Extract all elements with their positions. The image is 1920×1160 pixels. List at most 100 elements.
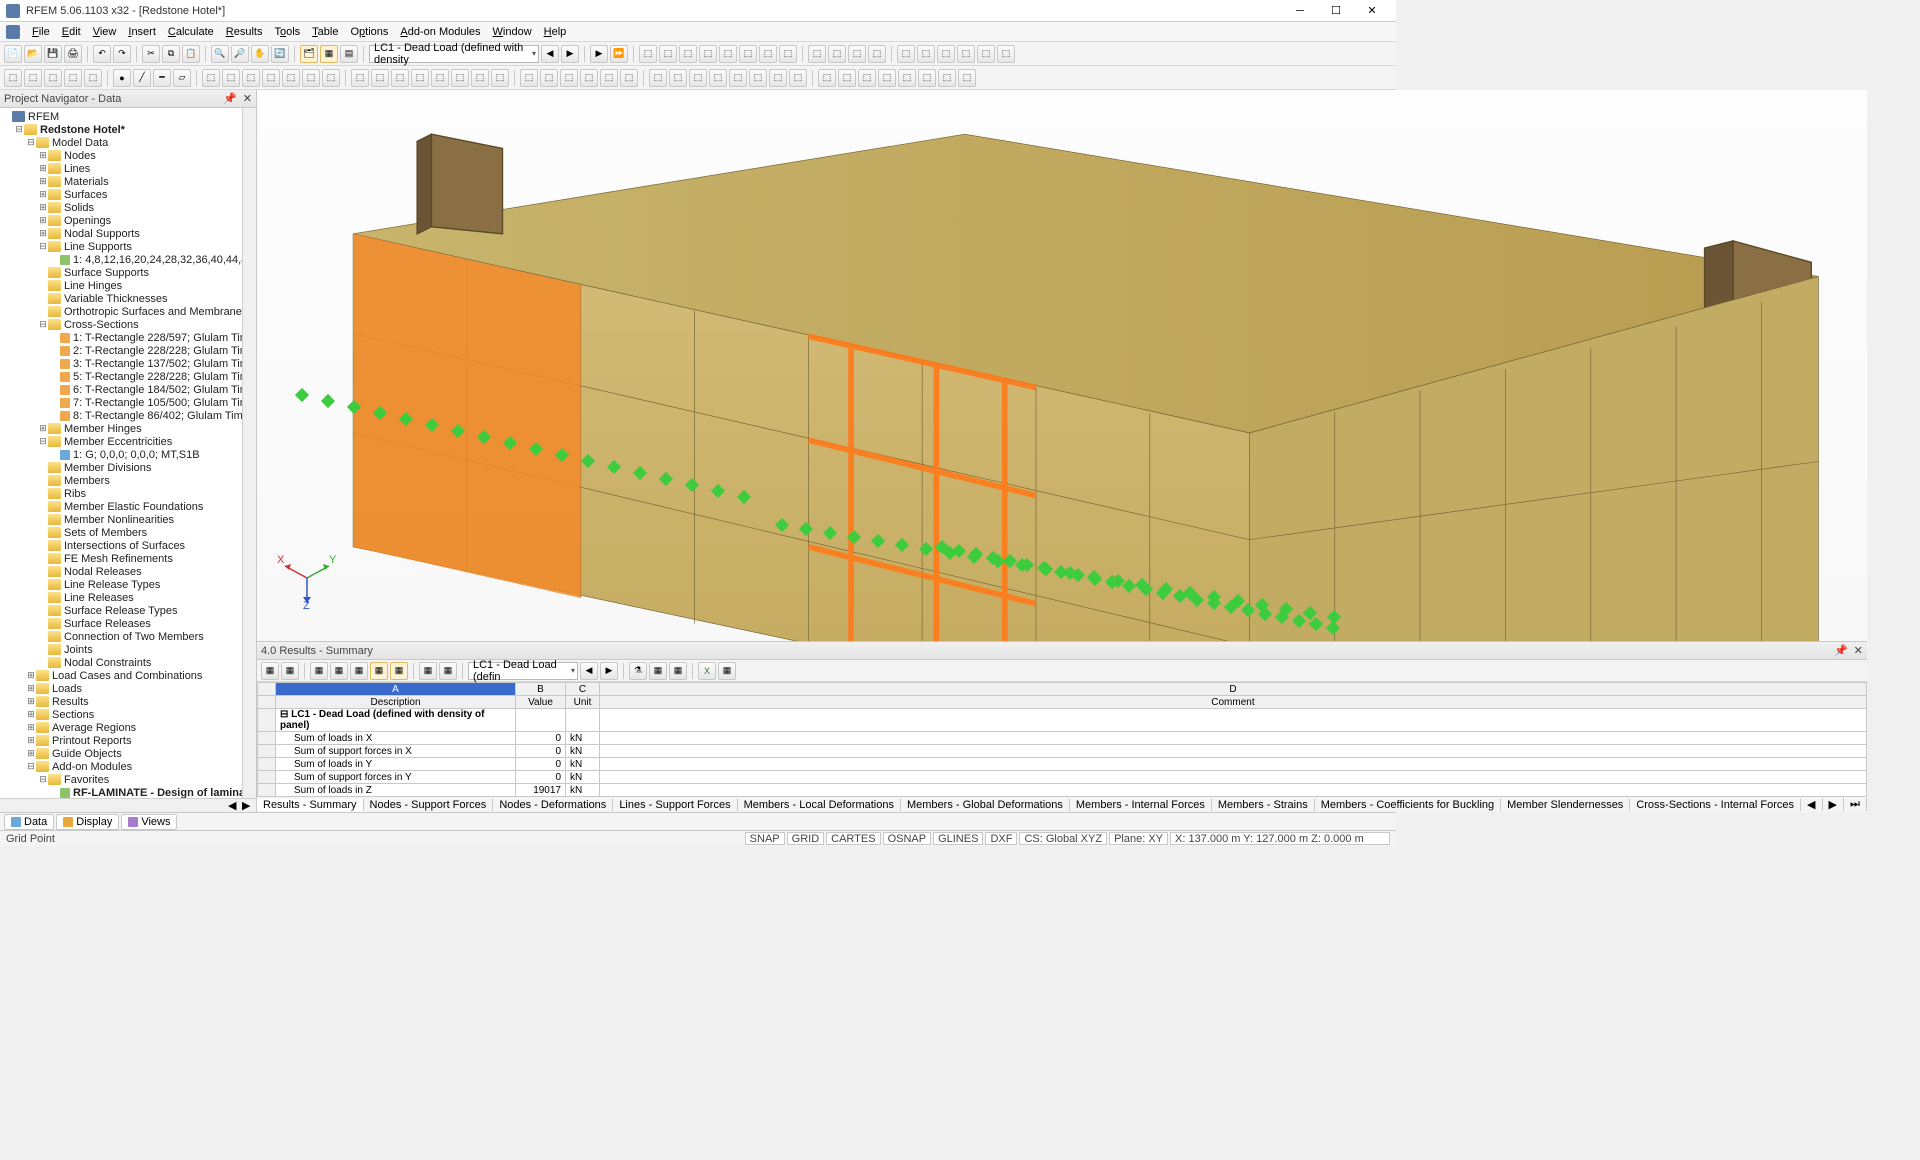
results-tab[interactable]: Lines - Support Forces: [613, 799, 737, 811]
close-button[interactable]: ✕: [1354, 0, 1390, 22]
tree-row[interactable]: Line Hinges: [0, 279, 242, 292]
tb2-30[interactable]: ⬚: [709, 69, 727, 87]
tb2-4[interactable]: ⬚: [64, 69, 82, 87]
tb-r12[interactable]: ⬚: [868, 45, 886, 63]
tree-row[interactable]: Joints: [0, 643, 242, 656]
tree-row[interactable]: Members: [0, 474, 242, 487]
rtb-next[interactable]: ▶: [600, 662, 618, 680]
maximize-button[interactable]: ☐: [1318, 0, 1354, 22]
results-tab[interactable]: Members - Local Deformations: [738, 799, 901, 811]
rtb-3[interactable]: ▦: [310, 662, 328, 680]
tree-row[interactable]: ⊞Solids: [0, 201, 242, 214]
tb2-9[interactable]: ⬚: [262, 69, 280, 87]
tb2-29[interactable]: ⬚: [689, 69, 707, 87]
menu-file[interactable]: File: [26, 24, 56, 40]
tree-row[interactable]: Ribs: [0, 487, 242, 500]
tb-r3[interactable]: ⬚: [679, 45, 697, 63]
tree-row[interactable]: Nodal Constraints: [0, 656, 242, 669]
tree-row[interactable]: ⊟Line Supports: [0, 240, 242, 253]
tb-r11[interactable]: ⬚: [848, 45, 866, 63]
results-tab[interactable]: Nodes - Support Forces: [364, 799, 494, 811]
tb-pan[interactable]: ✋: [251, 45, 269, 63]
table-row[interactable]: Sum of loads in Z19017kN: [258, 784, 1867, 797]
scroll-left[interactable]: ◀: [228, 799, 242, 812]
rtb-12[interactable]: ▦: [718, 662, 736, 680]
tree-row[interactable]: 1: T-Rectangle 228/597; Glulam Timber GL…: [0, 331, 242, 344]
tb-r4[interactable]: ⬚: [699, 45, 717, 63]
tb-r15[interactable]: ⬚: [937, 45, 955, 63]
menu-help[interactable]: Help: [538, 24, 573, 40]
menu-table[interactable]: Table: [306, 24, 344, 40]
rtb-filter[interactable]: ⚗: [629, 662, 647, 680]
tb-panel[interactable]: ▤: [340, 45, 358, 63]
mdi-sys-icon[interactable]: [6, 25, 20, 39]
tb2-15[interactable]: ⬚: [391, 69, 409, 87]
results-lc-dropdown[interactable]: LC1 - Dead Load (defin: [468, 662, 578, 680]
tree-row[interactable]: ⊞Loads: [0, 682, 242, 695]
tree-row[interactable]: ⊟Member Eccentricities: [0, 435, 242, 448]
results-tab[interactable]: Members - Coefficients for Buckling: [1315, 799, 1501, 811]
tree-row[interactable]: ⊟Cross-Sections: [0, 318, 242, 331]
results-tab[interactable]: Results - Summary: [257, 799, 364, 811]
tb2-22[interactable]: ⬚: [540, 69, 558, 87]
tree-row[interactable]: 3: T-Rectangle 137/502; Glulam Timber GL…: [0, 357, 242, 370]
rtb-2[interactable]: ▦: [281, 662, 299, 680]
status-toggle[interactable]: DXF: [985, 832, 1017, 845]
tree-row[interactable]: Nodal Releases: [0, 565, 242, 578]
tb-save[interactable]: 💾: [44, 45, 62, 63]
tb-r2[interactable]: ⬚: [659, 45, 677, 63]
rtb-11[interactable]: ▦: [669, 662, 687, 680]
status-toggle[interactable]: SNAP: [745, 832, 785, 845]
tree-row[interactable]: Connection of Two Members: [0, 630, 242, 643]
tb2-13[interactable]: ⬚: [351, 69, 369, 87]
rtb-1[interactable]: ▦: [261, 662, 279, 680]
tree-row[interactable]: RF-LAMINATE - Design of laminate surfac: [0, 786, 242, 798]
tree-row[interactable]: Surface Releases: [0, 617, 242, 630]
tb2-11[interactable]: ⬚: [302, 69, 320, 87]
menu-addons[interactable]: Add-on Modules: [394, 24, 486, 40]
tb-print[interactable]: 🖨: [64, 45, 82, 63]
tb2-20[interactable]: ⬚: [491, 69, 509, 87]
tree-row[interactable]: ⊞Surfaces: [0, 188, 242, 201]
loadcase-dropdown[interactable]: LC1 - Dead Load (defined with density: [369, 45, 539, 63]
tb2-2[interactable]: ⬚: [24, 69, 42, 87]
tree-row[interactable]: ⊞Load Cases and Combinations: [0, 669, 242, 682]
tb2-34[interactable]: ⬚: [789, 69, 807, 87]
tree-row[interactable]: ⊞Nodal Supports: [0, 227, 242, 240]
tree-row[interactable]: ⊟Model Data: [0, 136, 242, 149]
tree-row[interactable]: Line Release Types: [0, 578, 242, 591]
tb-new[interactable]: 📄: [4, 45, 22, 63]
status-toggle[interactable]: CARTES: [826, 832, 880, 845]
scrollbar-v[interactable]: [242, 108, 256, 798]
tree-row[interactable]: 5: T-Rectangle 228/228; Glulam Timber GL…: [0, 370, 242, 383]
tree-row[interactable]: ⊞Sections: [0, 708, 242, 721]
tree-row[interactable]: 6: T-Rectangle 184/502; Glulam Timber GL…: [0, 383, 242, 396]
results-tab[interactable]: Member Slendernesses: [1501, 799, 1630, 811]
tb-r16[interactable]: ⬚: [957, 45, 975, 63]
tb2-16[interactable]: ⬚: [411, 69, 429, 87]
tab-scroll[interactable]: ⏭: [1844, 798, 1867, 811]
tb2-5[interactable]: ⬚: [84, 69, 102, 87]
tree-row[interactable]: ⊟Favorites: [0, 773, 242, 786]
tb-table[interactable]: ▦: [320, 45, 338, 63]
rtb-5[interactable]: ▦: [350, 662, 368, 680]
pin-icon[interactable]: 📌: [223, 92, 237, 105]
tree-row[interactable]: Member Nonlinearities: [0, 513, 242, 526]
status-toggle[interactable]: OSNAP: [883, 832, 932, 845]
status-toggle[interactable]: GLINES: [933, 832, 983, 845]
tb-r8[interactable]: ⬚: [779, 45, 797, 63]
results-tab[interactable]: Members - Global Deformations: [901, 799, 1070, 811]
tab-scroll[interactable]: ▶: [1823, 798, 1844, 811]
nav-tab-views[interactable]: Views: [121, 814, 177, 830]
results-tab[interactable]: Members - Strains: [1212, 799, 1315, 811]
tb-r7[interactable]: ⬚: [759, 45, 777, 63]
tree-row[interactable]: FE Mesh Refinements: [0, 552, 242, 565]
results-tab[interactable]: Members - Internal Forces: [1070, 799, 1212, 811]
tb2-42[interactable]: ⬚: [958, 69, 976, 87]
tb-r17[interactable]: ⬚: [977, 45, 995, 63]
table-row[interactable]: Sum of loads in X0kN: [258, 732, 1867, 745]
menu-view[interactable]: View: [87, 24, 123, 40]
tb-cut[interactable]: ✂: [142, 45, 160, 63]
tb-open[interactable]: 📂: [24, 45, 42, 63]
nav-tab-display[interactable]: Display: [56, 814, 119, 830]
